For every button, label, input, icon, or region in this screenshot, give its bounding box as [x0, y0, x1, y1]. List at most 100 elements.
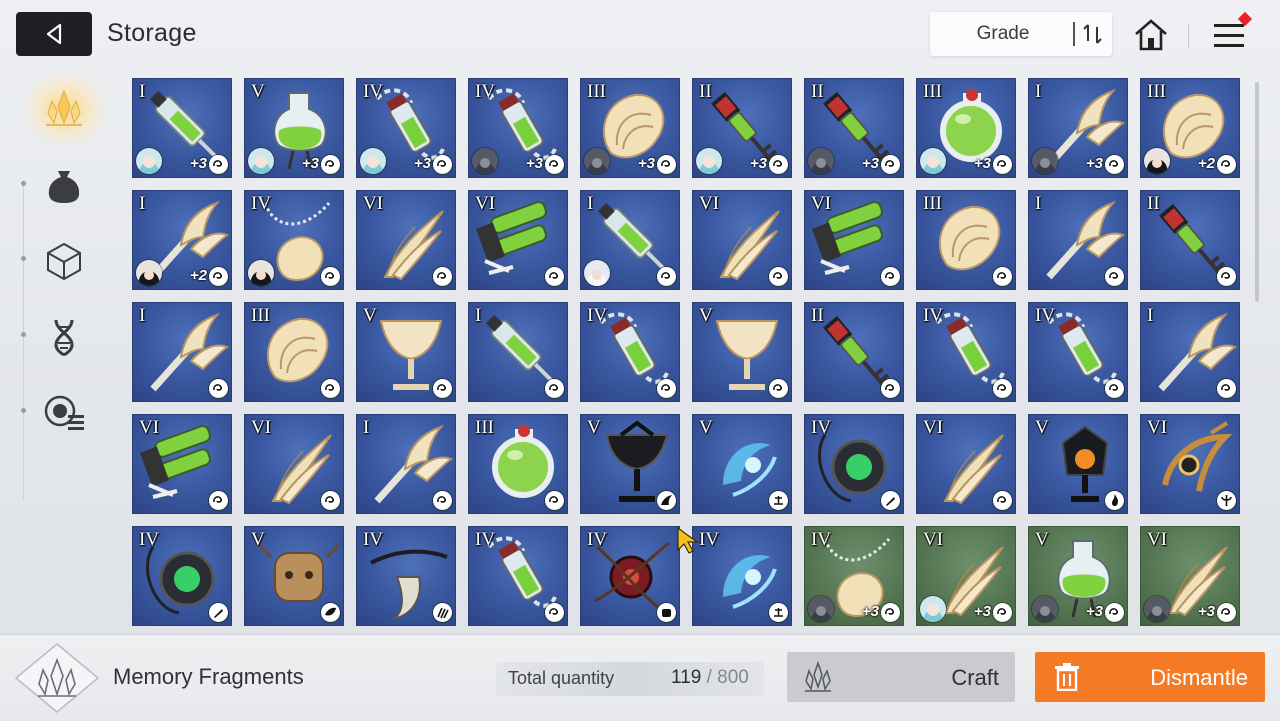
item-card[interactable]: VI: [692, 190, 792, 290]
item-card[interactable]: IV: [916, 302, 1016, 402]
sidebar-item-memory-fragments[interactable]: [40, 85, 88, 133]
item-card[interactable]: IV +3: [804, 526, 904, 626]
set-claw-icon: [433, 603, 452, 622]
item-card[interactable]: V: [356, 302, 456, 402]
set-swirl-icon: [993, 491, 1012, 510]
item-card[interactable]: VI: [916, 414, 1016, 514]
item-card[interactable]: VI: [356, 190, 456, 290]
cursor-pointer-icon: [677, 526, 699, 554]
back-arrow-icon: [46, 23, 62, 45]
set-swirl-icon: [433, 491, 452, 510]
set-swirl-icon: [321, 491, 340, 510]
item-card[interactable]: VI +3: [916, 526, 1016, 626]
sidebar-dot: [21, 181, 26, 186]
item-card[interactable]: I: [356, 414, 456, 514]
grade-numeral: III: [587, 81, 606, 102]
grade-numeral: V: [363, 305, 377, 326]
enhance-level: +3: [749, 155, 767, 172]
sort-divider: [1073, 22, 1075, 46]
item-card[interactable]: III: [244, 302, 344, 402]
item-card[interactable]: VI: [804, 190, 904, 290]
item-card[interactable]: IV: [356, 526, 456, 626]
set-swirl-icon: [209, 267, 228, 286]
grade-numeral: IV: [1035, 305, 1056, 326]
item-card[interactable]: V: [692, 414, 792, 514]
item-card[interactable]: IV: [804, 414, 904, 514]
grade-numeral: IV: [699, 529, 720, 550]
grade-numeral: II: [811, 81, 824, 102]
set-swirl-icon: [321, 379, 340, 398]
item-card[interactable]: V: [580, 414, 680, 514]
equipped-character-avatar: [920, 148, 946, 174]
grade-numeral: VI: [923, 529, 944, 550]
sidebar-item-materials[interactable]: [40, 161, 88, 209]
item-card[interactable]: V: [244, 526, 344, 626]
grade-numeral: VI: [475, 193, 496, 214]
item-card[interactable]: II +3: [804, 78, 904, 178]
item-card[interactable]: II +3: [692, 78, 792, 178]
set-swirl-icon: [769, 379, 788, 398]
item-card[interactable]: III +3: [916, 78, 1016, 178]
item-card[interactable]: V: [1028, 414, 1128, 514]
item-card[interactable]: VI: [1140, 414, 1240, 514]
item-card[interactable]: IV: [244, 190, 344, 290]
item-card[interactable]: I +3: [132, 78, 232, 178]
item-card[interactable]: V +3: [244, 78, 344, 178]
item-card[interactable]: I: [580, 190, 680, 290]
set-swirl-icon: [769, 155, 788, 174]
quantity-separator: /: [701, 667, 718, 688]
item-card[interactable]: V +3: [1028, 526, 1128, 626]
item-card[interactable]: IV: [132, 526, 232, 626]
grade-numeral: II: [699, 81, 712, 102]
item-card[interactable]: III +3: [580, 78, 680, 178]
trash-icon: [1055, 663, 1079, 691]
item-card[interactable]: I +2: [132, 190, 232, 290]
sidebar-item-genes[interactable]: [40, 313, 88, 361]
grade-numeral: III: [923, 193, 942, 214]
item-card[interactable]: I: [1028, 190, 1128, 290]
dismantle-button[interactable]: Dismantle: [1035, 652, 1265, 702]
sort-order-icon[interactable]: [1080, 21, 1106, 47]
equipped-character-avatar: [584, 148, 610, 174]
set-swirl-icon: [1217, 155, 1236, 174]
set-swirl-icon: [993, 603, 1012, 622]
item-card[interactable]: I: [132, 302, 232, 402]
grade-numeral: VI: [811, 193, 832, 214]
enhance-level: +3: [1085, 155, 1103, 172]
craft-button[interactable]: Craft: [787, 652, 1015, 702]
item-card[interactable]: II: [804, 302, 904, 402]
item-card[interactable]: III +2: [1140, 78, 1240, 178]
item-card[interactable]: IV: [692, 526, 792, 626]
item-card[interactable]: II: [1140, 190, 1240, 290]
set-swirl-icon: [321, 155, 340, 174]
sidebar-item-items[interactable]: [40, 237, 88, 285]
set-swirl-icon: [1217, 379, 1236, 398]
item-card[interactable]: III: [916, 190, 1016, 290]
sort-selector[interactable]: Grade: [930, 12, 1112, 56]
grade-numeral: III: [251, 305, 270, 326]
sidebar-item-other[interactable]: [40, 389, 88, 437]
item-card[interactable]: IV: [580, 302, 680, 402]
enhance-level: +3: [861, 155, 879, 172]
grade-numeral: I: [139, 193, 146, 214]
item-card[interactable]: I: [1140, 302, 1240, 402]
back-button[interactable]: [16, 12, 92, 56]
item-card[interactable]: IV +3: [468, 78, 568, 178]
item-card[interactable]: V: [692, 302, 792, 402]
grade-numeral: V: [1035, 529, 1049, 550]
item-card[interactable]: VI: [244, 414, 344, 514]
grid-scrollbar[interactable]: [1255, 82, 1259, 302]
item-card[interactable]: VI: [468, 190, 568, 290]
item-card[interactable]: VI: [132, 414, 232, 514]
item-card[interactable]: IV: [468, 526, 568, 626]
set-swirl-icon: [545, 603, 564, 622]
item-card[interactable]: III: [468, 414, 568, 514]
item-card[interactable]: I +3: [1028, 78, 1128, 178]
item-card[interactable]: IV: [1028, 302, 1128, 402]
item-card[interactable]: IV: [580, 526, 680, 626]
item-card[interactable]: I: [468, 302, 568, 402]
set-swirl-icon: [1105, 155, 1124, 174]
item-card[interactable]: IV +3: [356, 78, 456, 178]
home-icon[interactable]: [1132, 16, 1170, 54]
item-card[interactable]: VI +3: [1140, 526, 1240, 626]
